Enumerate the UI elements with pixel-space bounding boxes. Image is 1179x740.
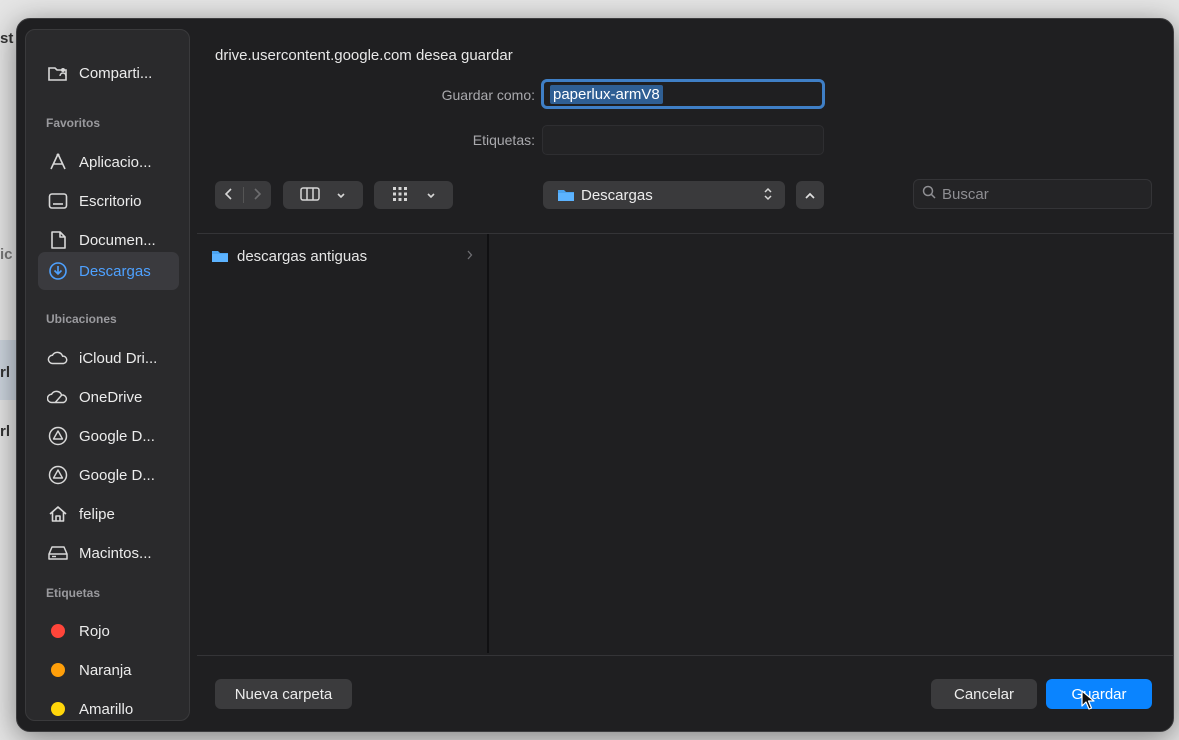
sidebar-item-macintosh[interactable]: Macintos... [38,535,179,571]
sidebar-item-downloads[interactable]: Descargas [38,252,179,290]
google-drive-icon [47,464,69,486]
sidebar-item-label: iCloud Dri... [79,349,158,367]
sidebar-section-locations: Ubicaciones [46,312,117,326]
tag-dot-orange [47,659,69,681]
onedrive-icon [47,386,69,408]
sidebar-item-google-drive-2[interactable]: Google D... [38,457,179,493]
sidebar-item-tag-yellow[interactable]: Amarillo [38,691,179,720]
tags-label: Etiquetas: [472,132,535,148]
document-icon [47,229,69,251]
sidebar-item-onedrive[interactable]: OneDrive [38,379,179,415]
sidebar-item-label: Comparti... [79,64,153,82]
sidebar-item-label: Documen... [79,231,156,249]
sidebar-section-tags: Etiquetas [46,586,101,600]
cancel-button[interactable]: Cancelar [931,679,1037,709]
home-icon [47,503,69,525]
expand-collapse-button[interactable] [796,181,824,209]
new-folder-button[interactable]: Nueva carpeta [215,679,352,709]
sidebar-item-label: felipe [79,505,115,523]
save-panel: drive.usercontent.google.com desea guard… [197,19,1173,731]
list-item-folder[interactable]: descargas antiguas [211,245,483,267]
chevron-down-icon [426,187,436,203]
mouse-cursor-icon [1081,690,1095,710]
cloud-icon [47,347,69,369]
search-icon [922,185,936,203]
sidebar-item-google-drive-1[interactable]: Google D... [38,418,179,454]
sidebar-item-label: Naranja [79,661,132,679]
chevron-right-icon [466,249,473,263]
chevron-up-icon [804,187,816,203]
shared-folder-icon [47,62,69,84]
search-placeholder: Buscar [942,185,989,203]
sidebar-item-label: Escritorio [79,192,142,210]
sidebar-item-label: Macintos... [79,544,152,562]
save-as-field[interactable]: paperlux-armV8 [541,79,825,109]
back-icon[interactable] [224,187,234,204]
sidebar-item-tag-red[interactable]: Rojo [38,613,179,649]
save-button[interactable]: Guardar [1046,679,1152,709]
save-as-label: Guardar como: [441,87,535,103]
save-dialog: Comparti... Favoritos Aplicacio... Escri… [16,18,1174,732]
sidebar-item-label: Amarillo [79,700,134,718]
background-text: rl [0,364,11,381]
columns-view-icon [299,186,320,204]
sidebar-item-applications[interactable]: Aplicacio... [38,144,179,180]
downloads-icon [47,260,69,282]
sidebar-item-desktop[interactable]: Escritorio [38,183,179,219]
sidebar-item-label: Rojo [79,622,110,640]
desktop-icon [47,190,69,212]
sidebar: Comparti... Favoritos Aplicacio... Escri… [25,29,190,721]
view-columns-button[interactable] [283,181,363,209]
background-text: ic [0,246,13,263]
folder-name: descargas antiguas [237,247,368,265]
location-label: Descargas [581,186,653,204]
sidebar-item-label: OneDrive [79,388,143,406]
sidebar-item-shared[interactable]: Comparti... [38,55,179,91]
sidebar-section-favorites: Favoritos [46,116,101,130]
sidebar-item-icloud[interactable]: iCloud Dri... [38,340,179,376]
background-text: rl [0,423,11,440]
sidebar-item-label: Aplicacio... [79,153,152,171]
divider [197,233,1173,234]
grid-icon [391,186,409,205]
sidebar-item-label: Google D... [79,466,155,484]
forward-icon[interactable] [252,187,262,204]
tag-dot-red [47,620,69,642]
folder-icon [557,188,575,202]
sidebar-item-home[interactable]: felipe [38,496,179,532]
updown-chevron-icon [763,187,773,204]
sidebar-item-label: Google D... [79,427,155,445]
divider [197,655,1173,656]
chevron-down-icon [336,187,346,203]
hard-drive-icon [47,542,69,564]
group-button[interactable] [374,181,453,209]
google-drive-icon [47,425,69,447]
location-select[interactable]: Descargas [543,181,785,209]
sidebar-item-label: Descargas [79,262,151,280]
tag-dot-yellow [47,698,69,720]
applications-icon [47,151,69,173]
dialog-title: drive.usercontent.google.com desea guard… [215,47,513,64]
folder-icon [211,249,229,263]
background-text: st [0,30,14,47]
column-divider[interactable] [487,234,489,653]
back-forward-buttons[interactable] [215,181,271,209]
search-field[interactable]: Buscar [913,179,1152,209]
sidebar-item-tag-orange[interactable]: Naranja [38,652,179,688]
tags-field[interactable] [542,125,824,155]
save-as-value: paperlux-armV8 [550,84,663,104]
